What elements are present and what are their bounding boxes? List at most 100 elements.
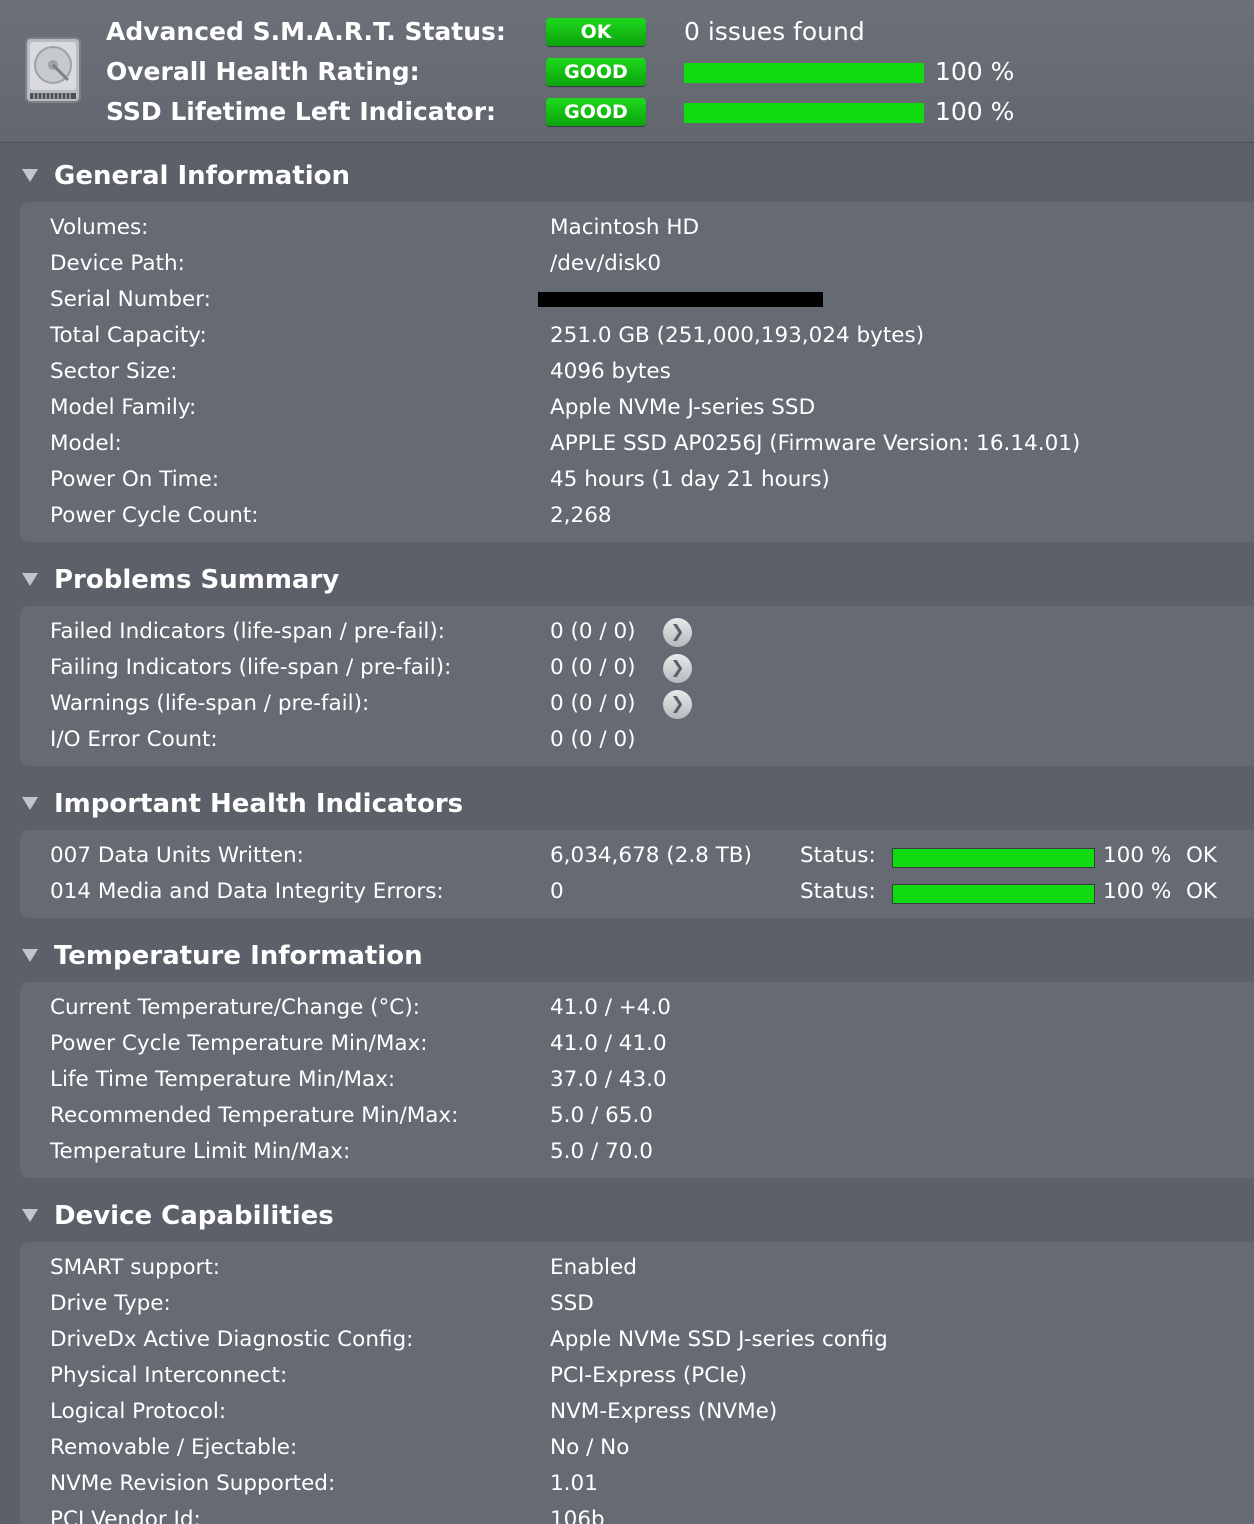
problem-value: 0 (0 / 0) xyxy=(550,691,636,716)
info-label: Power Cycle Count: xyxy=(50,503,259,528)
capability-value: No / No xyxy=(550,1435,630,1460)
problem-row: I/O Error Count: 0 (0 / 0) xyxy=(20,722,1254,758)
temperature-row: Power Cycle Temperature Min/Max: 41.0 / … xyxy=(20,1026,1254,1062)
info-value: 251.0 GB (251,000,193,024 bytes) xyxy=(550,323,925,348)
capability-value: 1.01 xyxy=(550,1471,598,1496)
capability-value: Enabled xyxy=(550,1255,637,1280)
smart-status-row: Advanced S.M.A.R.T. Status: OK 0 issues … xyxy=(0,12,1254,52)
capability-label: Physical Interconnect: xyxy=(50,1363,288,1388)
problem-label: Failed Indicators (life-span / pre-fail)… xyxy=(50,619,446,644)
temperature-row: Current Temperature/Change (°C): 41.0 / … xyxy=(20,990,1254,1026)
problems-panel: Failed Indicators (life-span / pre-fail)… xyxy=(20,606,1254,766)
capability-label: Removable / Ejectable: xyxy=(50,1435,298,1460)
info-row: Power On Time: 45 hours (1 day 21 hours) xyxy=(20,462,1254,498)
capability-row: NVMe Revision Supported: 1.01 xyxy=(20,1466,1254,1502)
indicator-percent: 100 % xyxy=(1103,843,1172,868)
problem-label: Warnings (life-span / pre-fail): xyxy=(50,691,370,716)
indicator-label: 014 Media and Data Integrity Errors: xyxy=(50,879,444,904)
smart-status-label: Advanced S.M.A.R.T. Status: xyxy=(106,17,506,46)
indicator-state: OK xyxy=(1186,843,1218,868)
chevron-right-icon[interactable]: ❯ xyxy=(663,618,692,647)
lifetime-left-badge: GOOD xyxy=(546,98,646,126)
capability-value: SSD xyxy=(550,1291,594,1316)
info-row: Power Cycle Count: 2,268 xyxy=(20,498,1254,534)
temperature-value: 5.0 / 65.0 xyxy=(550,1103,653,1128)
lifetime-left-percent: 100 % xyxy=(935,97,1015,126)
lifetime-left-bar-fill xyxy=(684,103,924,123)
temperature-row: Recommended Temperature Min/Max: 5.0 / 6… xyxy=(20,1098,1254,1134)
health-rating-badge: GOOD xyxy=(546,58,646,86)
capability-value: 106b xyxy=(550,1507,605,1524)
capability-row: Logical Protocol: NVM-Express (NVMe) xyxy=(20,1394,1254,1430)
capability-value: Apple NVMe SSD J-series config xyxy=(550,1327,888,1352)
capabilities-panel: SMART support: Enabled Drive Type: SSD D… xyxy=(20,1242,1254,1524)
problems-section-header[interactable]: Problems Summary xyxy=(0,557,1254,603)
info-value: 4096 bytes xyxy=(550,359,671,384)
section-title: General Information xyxy=(54,161,350,191)
temperature-value: 41.0 / 41.0 xyxy=(550,1031,667,1056)
capability-row: Drive Type: SSD xyxy=(20,1286,1254,1322)
temperature-label: Temperature Limit Min/Max: xyxy=(50,1139,351,1164)
info-row: Total Capacity: 251.0 GB (251,000,193,02… xyxy=(20,318,1254,354)
general-panel: Volumes: Macintosh HD Device Path: /dev/… xyxy=(20,202,1254,542)
capability-label: Logical Protocol: xyxy=(50,1399,227,1424)
info-row: Model Family: Apple NVMe J-series SSD xyxy=(20,390,1254,426)
general-section-header[interactable]: General Information xyxy=(0,153,1254,199)
chevron-right-icon[interactable]: ❯ xyxy=(663,654,692,683)
section-title: Device Capabilities xyxy=(54,1201,334,1231)
indicator-percent: 100 % xyxy=(1103,879,1172,904)
indicator-bar xyxy=(892,884,1095,904)
temperature-label: Current Temperature/Change (°C): xyxy=(50,995,420,1020)
chevron-right-icon[interactable]: ❯ xyxy=(663,690,692,719)
health-panel: 007 Data Units Written: 6,034,678 (2.8 T… xyxy=(20,830,1254,918)
info-row: Serial Number: xyxy=(20,282,1254,318)
section-title: Important Health Indicators xyxy=(54,789,464,819)
indicator-label: 007 Data Units Written: xyxy=(50,843,304,868)
info-label: Volumes: xyxy=(50,215,149,240)
indicator-value: 6,034,678 (2.8 TB) xyxy=(550,843,752,868)
info-label: Device Path: xyxy=(50,251,185,276)
info-label: Model: xyxy=(50,431,122,456)
info-row: Device Path: /dev/disk0 xyxy=(20,246,1254,282)
temperature-label: Recommended Temperature Min/Max: xyxy=(50,1103,459,1128)
capability-label: DriveDx Active Diagnostic Config: xyxy=(50,1327,414,1352)
problem-value: 0 (0 / 0) xyxy=(550,619,636,644)
capability-row: PCI Vendor Id: 106b xyxy=(20,1502,1254,1524)
capability-label: NVMe Revision Supported: xyxy=(50,1471,336,1496)
temperature-label: Power Cycle Temperature Min/Max: xyxy=(50,1031,428,1056)
info-label: Serial Number: xyxy=(50,287,211,312)
capabilities-section-header[interactable]: Device Capabilities xyxy=(0,1193,1254,1239)
info-value: APPLE SSD AP0256J (Firmware Version: 16.… xyxy=(550,431,1081,456)
capability-row: SMART support: Enabled xyxy=(20,1250,1254,1286)
disclosure-triangle-icon[interactable] xyxy=(22,949,38,962)
temperature-label: Life Time Temperature Min/Max: xyxy=(50,1067,396,1092)
temperature-section-header[interactable]: Temperature Information xyxy=(0,933,1254,979)
health-rating-row: Overall Health Rating: GOOD 100 % xyxy=(0,52,1254,92)
health-rating-bar xyxy=(684,63,924,83)
capability-row: Removable / Ejectable: No / No xyxy=(20,1430,1254,1466)
disclosure-triangle-icon[interactable] xyxy=(22,797,38,810)
health-section-header[interactable]: Important Health Indicators xyxy=(0,781,1254,827)
indicator-value: 0 xyxy=(550,879,564,904)
info-value: Macintosh HD xyxy=(550,215,700,240)
health-indicator-row: 007 Data Units Written: 6,034,678 (2.8 T… xyxy=(20,838,1254,874)
redacted-serial-number xyxy=(538,292,823,307)
problem-row: Failing Indicators (life-span / pre-fail… xyxy=(20,650,1254,686)
lifetime-left-label: SSD Lifetime Left Indicator: xyxy=(106,97,497,126)
disclosure-triangle-icon[interactable] xyxy=(22,169,38,182)
status-label: Status: xyxy=(800,879,876,904)
problem-value: 0 (0 / 0) xyxy=(550,655,636,680)
issues-found-text: 0 issues found xyxy=(684,17,865,46)
health-rating-label: Overall Health Rating: xyxy=(106,57,420,86)
disclosure-triangle-icon[interactable] xyxy=(22,573,38,586)
section-title: Temperature Information xyxy=(54,941,423,971)
info-value: Apple NVMe J-series SSD xyxy=(550,395,816,420)
indicator-state: OK xyxy=(1186,879,1218,904)
info-label: Model Family: xyxy=(50,395,197,420)
temperature-value: 41.0 / +4.0 xyxy=(550,995,671,1020)
capability-row: DriveDx Active Diagnostic Config: Apple … xyxy=(20,1322,1254,1358)
lifetime-left-row: SSD Lifetime Left Indicator: GOOD 100 % xyxy=(0,92,1254,132)
info-row: Sector Size: 4096 bytes xyxy=(20,354,1254,390)
temperature-panel: Current Temperature/Change (°C): 41.0 / … xyxy=(20,982,1254,1178)
disclosure-triangle-icon[interactable] xyxy=(22,1209,38,1222)
